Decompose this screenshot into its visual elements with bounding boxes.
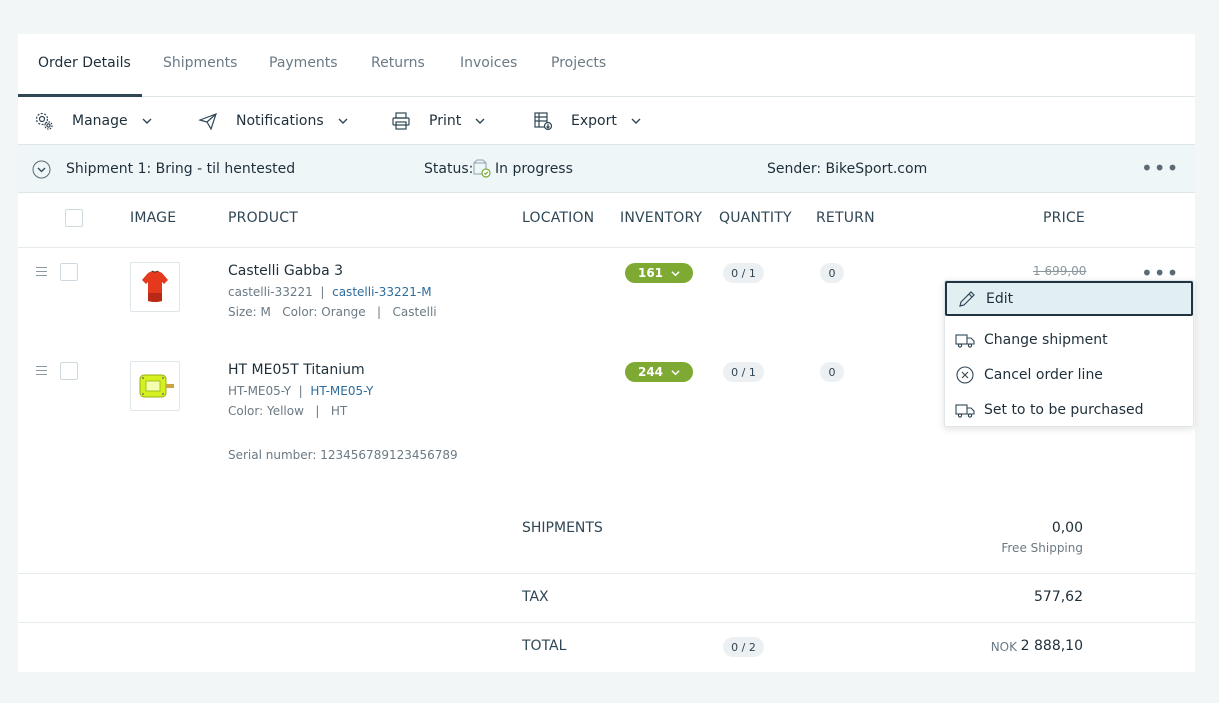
truck-icon [955, 403, 975, 418]
shipments-label: SHIPMENTS [522, 520, 603, 536]
total-value: 2 888,10 [1020, 638, 1083, 654]
drag-handle-icon[interactable] [36, 267, 47, 279]
inventory-dropdown[interactable]: 244 [625, 362, 693, 382]
return-badge: 0 [820, 263, 844, 283]
product-name[interactable]: HT ME05T Titanium [228, 362, 365, 378]
manage-button[interactable]: Manage [34, 97, 152, 145]
gears-icon [35, 112, 53, 130]
sender: Sender: BikeSport.com [767, 161, 928, 177]
shipments-note: Free Shipping [1001, 541, 1083, 555]
inventory-value: 244 [637, 365, 664, 379]
divider [18, 573, 1195, 574]
inventory-value: 161 [637, 266, 664, 280]
chevron-down-icon [475, 118, 485, 124]
chevron-down-icon [671, 270, 680, 276]
export-label: Export [571, 113, 617, 129]
shipments-value: 0,00 [1051, 520, 1083, 536]
row-checkbox[interactable] [60, 362, 78, 380]
menu-item-edit[interactable]: Edit [945, 281, 1193, 316]
quantity-badge: 0 / 1 [723, 362, 764, 382]
total-label: TOTAL [522, 638, 567, 654]
cancel-circle-icon [956, 365, 974, 384]
col-location: LOCATION [522, 210, 595, 226]
row-more-icon[interactable]: ••• [1141, 263, 1179, 283]
jersey-image [142, 270, 168, 302]
tab-returns[interactable]: Returns [371, 55, 425, 71]
toolbar: Manage Notifications Print Export [18, 97, 1195, 145]
menu-label-edit: Edit [986, 290, 1014, 307]
menu-label-cancel-order-line: Cancel order line [984, 366, 1103, 383]
total-currency: NOK [990, 640, 1017, 654]
col-product: PRODUCT [228, 210, 298, 226]
inventory-dropdown[interactable]: 161 [625, 263, 693, 283]
total-quantity-badge: 0 / 2 [723, 637, 764, 657]
product-sku: HT-ME05-Y | HT-ME05-Y [228, 384, 374, 398]
status-value: In progress [495, 161, 573, 177]
print-button[interactable]: Print [391, 97, 485, 145]
shipment-title: Shipment 1: Bring - til hentested [66, 161, 296, 177]
quantity-badge: 0 / 1 [723, 263, 764, 283]
export-spreadsheet-icon [534, 112, 553, 131]
product-sku: castelli-33221 | castelli-33221-M [228, 285, 432, 299]
product-attributes: Size: M Color: Orange | Castelli [228, 305, 437, 319]
shipment-header: Shipment 1: Bring - til hentested Status… [18, 145, 1195, 193]
menu-label-change-shipment: Change shipment [984, 331, 1108, 348]
row-actions-menu: Edit Change shipment Cancel order line S… [944, 280, 1194, 427]
pedal-image [139, 374, 174, 398]
divider [18, 622, 1195, 623]
col-inventory: INVENTORY [620, 210, 703, 226]
package-in-progress-icon [473, 159, 491, 178]
chevron-down-icon [671, 369, 680, 375]
product-image [130, 361, 180, 411]
collapse-chevron-icon[interactable] [32, 160, 51, 179]
product-image [130, 262, 180, 312]
col-image: IMAGE [130, 210, 177, 226]
tab-projects[interactable]: Projects [551, 55, 606, 71]
return-badge: 0 [820, 362, 844, 382]
menu-item-change-shipment[interactable]: Change shipment [945, 322, 1193, 357]
pencil-icon [959, 290, 975, 307]
tax-label: TAX [522, 589, 549, 605]
shipment-more-icon[interactable]: ••• [1141, 158, 1179, 178]
export-button[interactable]: Export [533, 97, 641, 145]
chevron-down-icon [631, 118, 641, 124]
status-label: Status: [424, 161, 474, 177]
menu-label-set-to-be-purchased: Set to to be purchased [984, 401, 1144, 418]
truck-icon [955, 333, 975, 348]
col-return: RETURN [816, 210, 875, 226]
drag-handle-icon[interactable] [36, 366, 47, 378]
original-price: 1 699,00 [1033, 264, 1087, 278]
tab-shipments[interactable]: Shipments [163, 55, 237, 71]
printer-icon [392, 112, 410, 130]
sku-text: castelli-33221 [228, 285, 313, 299]
product-name[interactable]: Castelli Gabba 3 [228, 263, 343, 279]
tab-bar: Order Details Shipments Payments Returns… [18, 34, 1195, 97]
print-label: Print [429, 113, 462, 129]
menu-item-set-to-be-purchased[interactable]: Set to to be purchased [945, 392, 1193, 427]
product-attributes: Color: Yellow | HT [228, 404, 348, 418]
menu-item-cancel-order-line[interactable]: Cancel order line [945, 357, 1193, 392]
tab-invoices[interactable]: Invoices [460, 55, 517, 71]
select-all-checkbox[interactable] [65, 209, 83, 227]
row-checkbox[interactable] [60, 263, 78, 281]
chevron-down-icon [338, 118, 348, 124]
tab-order-details[interactable]: Order Details [38, 55, 131, 71]
tab-payments[interactable]: Payments [269, 55, 338, 71]
manage-label: Manage [72, 113, 128, 129]
paper-plane-icon [198, 112, 217, 131]
sku-text: HT-ME05-Y [228, 384, 292, 398]
serial-number: Serial number: 123456789123456789 [228, 448, 458, 462]
col-quantity: QUANTITY [719, 210, 792, 226]
col-price: PRICE [1043, 210, 1085, 226]
header-divider [18, 247, 1195, 248]
notifications-button[interactable]: Notifications [198, 97, 348, 145]
chevron-down-icon [142, 118, 152, 124]
sku-link[interactable]: HT-ME05-Y [310, 384, 373, 398]
notifications-label: Notifications [236, 113, 324, 129]
tax-value: 577,62 [1034, 589, 1083, 605]
sku-link[interactable]: castelli-33221-M [332, 285, 431, 299]
